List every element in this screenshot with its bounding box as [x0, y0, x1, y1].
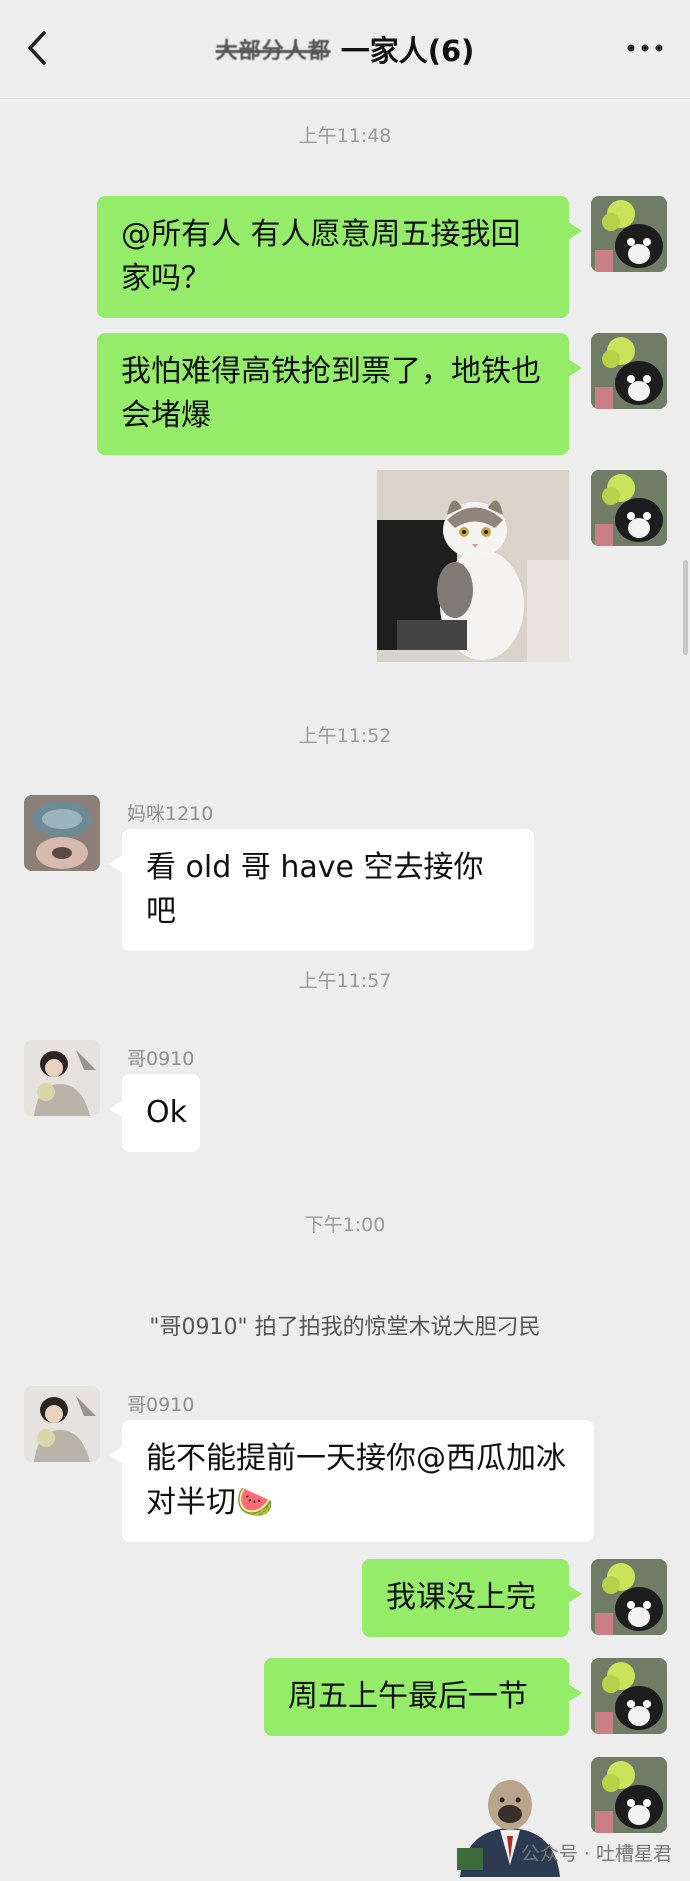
brother-avatar[interactable]: [24, 1386, 100, 1462]
my-avatar[interactable]: [591, 470, 667, 546]
my-avatar[interactable]: [591, 333, 667, 409]
cat-photo-message[interactable]: [377, 470, 569, 662]
brother-avatar[interactable]: [24, 1040, 100, 1116]
blurred-title-prefix: 大部分人都: [215, 39, 331, 64]
sender-name: 哥0910: [127, 1394, 195, 1416]
chat-header: 大部分人都 一家人(6): [0, 0, 690, 99]
watermark: 公众号 · 吐槽星君: [520, 1843, 672, 1865]
outgoing-message[interactable]: @所有人 有人愿意周五接我回家吗？: [97, 196, 582, 318]
incoming-message[interactable]: Ok: [109, 1074, 200, 1152]
timestamp: 上午11:52: [298, 725, 392, 747]
my-avatar[interactable]: [591, 1757, 667, 1833]
sender-name: 妈咪1210: [127, 803, 214, 825]
incoming-message[interactable]: 看 old 哥 have 空去接你吧: [109, 829, 534, 951]
timestamp: 下午1:00: [304, 1214, 386, 1236]
chat-title: 大部分人都 一家人(6): [0, 28, 690, 70]
group-name: 一家人(6): [340, 34, 475, 68]
outgoing-message[interactable]: 周五上午最后一节: [264, 1658, 582, 1736]
outgoing-message[interactable]: 我课没上完: [362, 1559, 582, 1637]
sender-name: 哥0910: [127, 1048, 195, 1070]
my-avatar[interactable]: [591, 196, 667, 272]
scrollbar[interactable]: [683, 560, 688, 655]
my-avatar[interactable]: [591, 1559, 667, 1635]
incoming-message[interactable]: 能不能提前一天接你@西瓜加冰对半切🍉: [109, 1420, 594, 1542]
my-avatar[interactable]: [591, 1658, 667, 1734]
outgoing-message[interactable]: 我怕难得高铁抢到票了，地铁也会堵爆: [97, 333, 582, 455]
more-dots-icon[interactable]: [626, 43, 664, 53]
timestamp: 上午11:57: [298, 970, 392, 992]
pat-system-message: "哥0910" 拍了拍我的惊堂木说大胆刁民: [149, 1315, 541, 1340]
mom-avatar[interactable]: [24, 795, 100, 871]
timestamp: 上午11:48: [298, 125, 392, 147]
